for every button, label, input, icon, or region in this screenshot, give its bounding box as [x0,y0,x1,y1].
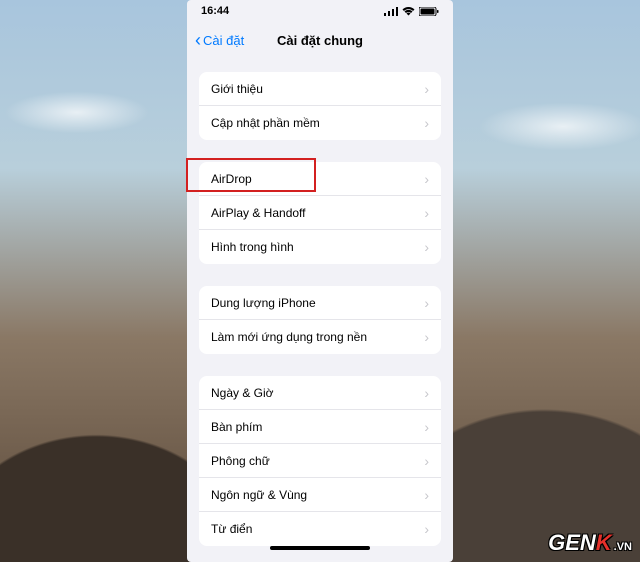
chevron-left-icon: ‹ [195,31,201,49]
row-label: Cập nhật phần mềm [211,116,320,130]
row-keyboard[interactable]: Bàn phím › [199,410,441,444]
status-time: 16:44 [201,5,229,17]
row-dictionary[interactable]: Từ điển › [199,512,441,546]
settings-group-locale: Ngày & Giờ › Bàn phím › Phông chữ › Ngôn… [199,376,441,546]
row-background-app-refresh[interactable]: Làm mới ứng dụng trong nền › [199,320,441,354]
row-label: Từ điển [211,522,252,536]
chevron-right-icon: › [424,205,429,221]
row-fonts[interactable]: Phông chữ › [199,444,441,478]
watermark-suffix: .VN [614,541,632,553]
row-software-update[interactable]: Cập nhật phần mềm › [199,106,441,140]
settings-content[interactable]: Giới thiệu › Cập nhật phần mềm › AirDrop… [187,58,453,562]
chevron-right-icon: › [424,521,429,537]
home-indicator[interactable] [270,546,370,550]
chevron-right-icon: › [424,487,429,503]
row-label: Dung lượng iPhone [211,296,316,310]
chevron-right-icon: › [424,329,429,345]
row-label: AirPlay & Handoff [211,206,306,220]
row-label: Bàn phím [211,420,262,434]
row-label: AirDrop [211,172,252,186]
chevron-right-icon: › [424,419,429,435]
chevron-right-icon: › [424,171,429,187]
row-label: Phông chữ [211,454,270,468]
chevron-right-icon: › [424,453,429,469]
back-label: Cài đặt [203,33,244,48]
row-label: Ngôn ngữ & Vùng [211,488,307,502]
row-label: Làm mới ứng dụng trong nền [211,330,367,344]
row-language-region[interactable]: Ngôn ngữ & Vùng › [199,478,441,512]
row-label: Ngày & Giờ [211,386,274,400]
row-label: Hình trong hình [211,240,294,254]
row-date-time[interactable]: Ngày & Giờ › [199,376,441,410]
chevron-right-icon: › [424,239,429,255]
watermark-logo: GENK.VN [548,530,632,556]
status-icons [384,7,439,16]
chevron-right-icon: › [424,385,429,401]
back-button[interactable]: ‹ Cài đặt [195,31,244,49]
settings-group-about: Giới thiệu › Cập nhật phần mềm › [199,72,441,140]
settings-group-airdrop: AirDrop › AirPlay & Handoff › Hình trong… [199,162,441,264]
battery-icon [419,7,439,16]
row-label: Giới thiệu [211,82,263,96]
status-bar: 16:44 [187,0,453,22]
row-airplay-handoff[interactable]: AirPlay & Handoff › [199,196,441,230]
chevron-right-icon: › [424,81,429,97]
settings-group-storage: Dung lượng iPhone › Làm mới ứng dụng tro… [199,286,441,354]
chevron-right-icon: › [424,295,429,311]
watermark-text-accent: K [596,530,612,556]
cellular-signal-icon [384,7,398,16]
row-picture-in-picture[interactable]: Hình trong hình › [199,230,441,264]
row-airdrop[interactable]: AirDrop › [199,162,441,196]
watermark-text-main: GEN [548,530,596,556]
chevron-right-icon: › [424,115,429,131]
phone-screen: 16:44 ‹ Cài đặt Cài đặt chung Giới thiệu… [187,0,453,562]
wifi-icon [402,7,415,16]
row-about[interactable]: Giới thiệu › [199,72,441,106]
navigation-bar: ‹ Cài đặt Cài đặt chung [187,22,453,58]
row-iphone-storage[interactable]: Dung lượng iPhone › [199,286,441,320]
